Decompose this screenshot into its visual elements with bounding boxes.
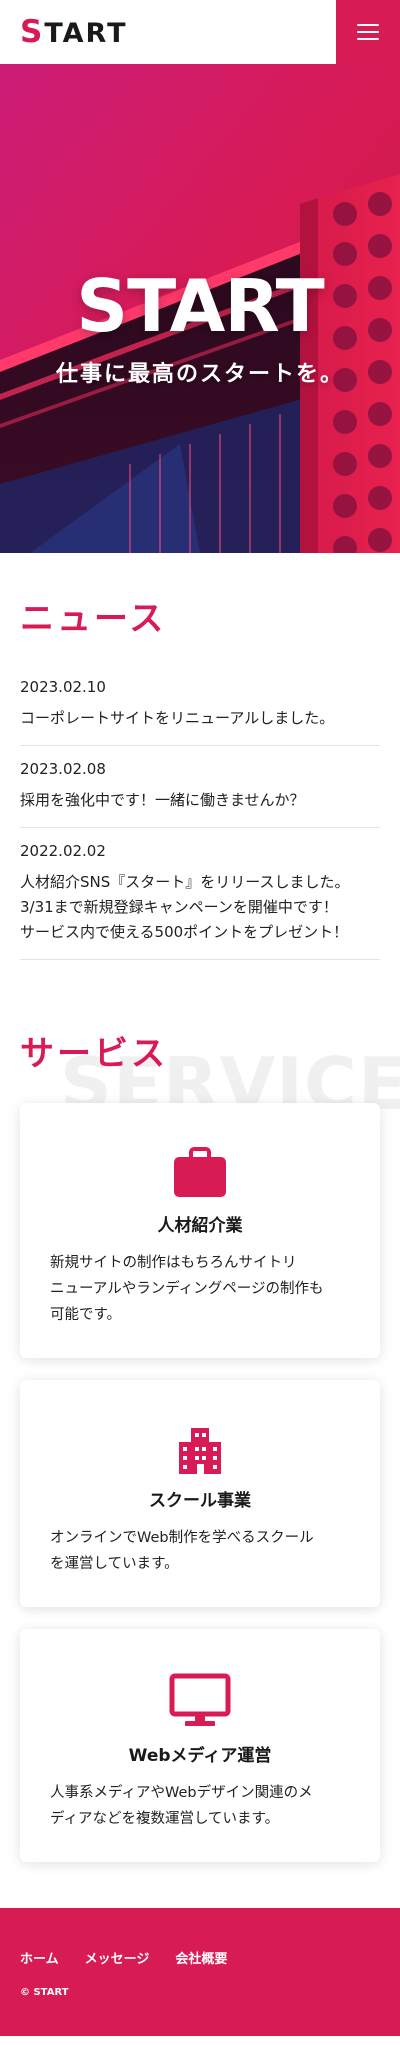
hamburger-menu-icon-line-3 — [357, 38, 379, 40]
service-card-title: 人材紹介業 — [157, 1216, 243, 1236]
service-card-text-line: 可能です。 — [50, 1307, 122, 1323]
site-header: START — [0, 0, 400, 64]
services-section: SERVICE サービス 人材紹介業 新規サイトの制作はもちろんサイトリ ニュー… — [0, 960, 400, 1862]
hero-subtitle: 仕事に最高のスタートを。 — [55, 362, 344, 387]
service-card-school[interactable]: スクール事業 オンラインでWeb制作を学べるスクール を運営しています。 — [20, 1380, 380, 1607]
news-text: 人材紹介SNS『スタート』をリリースしました。 3/31まで新規登録キャンペーン… — [20, 870, 380, 945]
footer-link-home[interactable]: ホーム — [20, 1948, 59, 1967]
news-text-line: 採用を強化中です！一緒に働きませんか？ — [20, 791, 305, 809]
logo-text: TART — [44, 18, 128, 49]
logo-initial: S — [20, 14, 45, 50]
briefcase-icon — [174, 1147, 226, 1197]
news-item[interactable]: 2023.02.10 コーポレートサイトをリニューアルしました。 — [20, 664, 380, 746]
monitor-icon — [169, 1673, 231, 1726]
hamburger-menu-icon — [357, 24, 379, 26]
service-card-text-line: を運営しています。 — [50, 1556, 179, 1572]
news-text: 採用を強化中です！一緒に働きませんか？ — [20, 788, 380, 813]
hamburger-menu-button[interactable] — [336, 0, 400, 64]
copyright: © START — [20, 1987, 69, 1998]
site-logo[interactable]: START — [20, 14, 128, 50]
news-item[interactable]: 2023.02.08 採用を強化中です！一緒に働きませんか？ — [20, 746, 380, 828]
news-text-line: 3/31まで新規登録キャンペーンを開催中です！ — [20, 898, 338, 916]
news-date: 2022.02.02 — [20, 842, 106, 860]
service-card-text-line: ニューアルやランディングページの制作も — [50, 1281, 324, 1297]
hamburger-menu-icon-line-2 — [357, 31, 379, 33]
hero-section: START 仕事に最高のスタートを。 — [0, 64, 400, 553]
news-date: 2023.02.08 — [20, 760, 106, 778]
news-text: コーポレートサイトをリニューアルしました。 — [20, 706, 380, 731]
service-card-title: スクール事業 — [149, 1491, 251, 1511]
service-card-list: 人材紹介業 新規サイトの制作はもちろんサイトリ ニューアルやランディングページの… — [20, 1103, 380, 1862]
building-icon — [179, 1428, 221, 1474]
service-card-text-line: 新規サイトの制作はもちろんサイトリ — [50, 1255, 297, 1271]
news-text-line: 人材紹介SNS『スタート』をリリースしました。 — [20, 873, 350, 891]
news-text-line: コーポレートサイトをリニューアルしました。 — [20, 709, 335, 727]
service-card-text: 人事系メディアやWebデザイン関連のメ ディアなどを複数運営しています。 — [50, 1780, 350, 1832]
hero-title: START — [76, 264, 324, 348]
news-heading: ニュース — [20, 599, 167, 639]
services-heading: サービス — [20, 1034, 168, 1074]
footer-link-message[interactable]: メッセージ — [85, 1948, 150, 1967]
service-card-text-line: ディアなどを複数運営しています。 — [50, 1811, 280, 1827]
news-date: 2023.02.10 — [20, 678, 106, 696]
service-card-text: オンラインでWeb制作を学べるスクール を運営しています。 — [50, 1525, 350, 1577]
footer-nav: ホーム メッセージ 会社概要 — [20, 1948, 380, 1967]
news-text-line: サービス内で使える500ポイントをプレゼント！ — [20, 923, 349, 941]
news-item[interactable]: 2022.02.02 人材紹介SNS『スタート』をリリースしました。 3/31ま… — [20, 828, 380, 960]
service-card-text: 新規サイトの制作はもちろんサイトリ ニューアルやランディングページの制作も 可能… — [50, 1250, 350, 1328]
service-card-text-line: 人事系メディアやWebデザイン関連のメ — [50, 1785, 313, 1801]
site-footer: ホーム メッセージ 会社概要 © START — [0, 1908, 400, 2036]
service-card-title: Webメディア運営 — [128, 1746, 272, 1766]
service-card-web-media[interactable]: Webメディア運営 人事系メディアやWebデザイン関連のメ ディアなどを複数運営… — [20, 1629, 380, 1862]
news-list: 2023.02.10 コーポレートサイトをリニューアルしました。 2023.02… — [20, 664, 380, 960]
news-section: ニュース 2023.02.10 コーポレートサイトをリニューアルしました。 20… — [0, 553, 400, 960]
service-card-recruitment[interactable]: 人材紹介業 新規サイトの制作はもちろんサイトリ ニューアルやランディングページの… — [20, 1103, 380, 1358]
footer-link-company[interactable]: 会社概要 — [175, 1948, 227, 1967]
service-card-text-line: オンラインでWeb制作を学べるスクール — [50, 1530, 314, 1546]
